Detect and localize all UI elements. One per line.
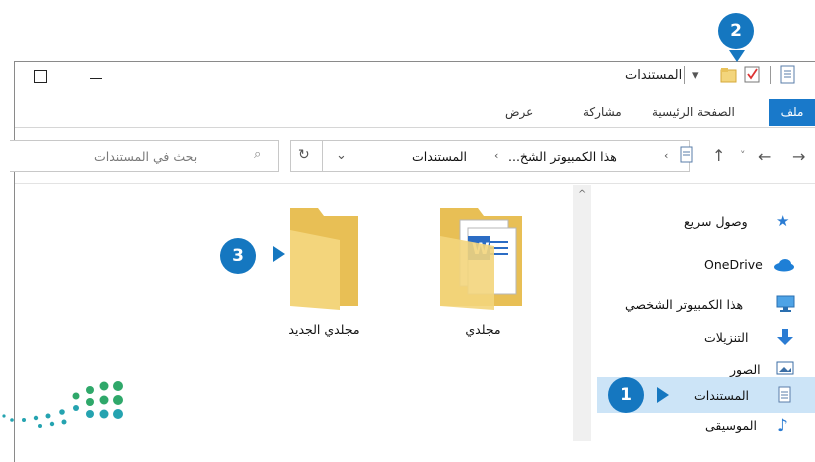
callout-pointer [273,246,285,262]
computer-icon [776,295,795,312]
title-separator [684,66,685,84]
recent-locations-icon[interactable]: ˅ [740,149,746,162]
nav-item-pictures[interactable]: الصور [730,362,761,377]
minimize-button[interactable] [90,78,102,79]
tab-home[interactable]: الصفحة الرئيسية [652,99,735,126]
file-label-my-new-folder[interactable]: مجلدي الجديد [272,322,376,337]
maximize-button[interactable] [34,70,47,83]
dropdown-arrow-icon[interactable]: ▾ [692,68,699,83]
nav-pane-scrollbar[interactable] [573,185,591,441]
nav-item-music[interactable]: الموسيقى [705,418,757,433]
title-separator [770,66,771,84]
address-dropdown-icon[interactable]: ⌄ [336,148,347,163]
breadcrumb-chevron-icon[interactable]: ‹ [664,149,668,162]
documents-icon [778,386,791,403]
callout-pointer [729,50,745,62]
tab-view[interactable]: عرض [505,99,533,126]
file-label-my-folder[interactable]: مجلدي [453,322,513,337]
dotted-logo-icon [2,381,123,428]
empty-folder-icon[interactable] [288,206,360,312]
scroll-up-arrow-icon[interactable]: ^ [578,189,586,200]
nav-item-documents[interactable]: المستندات [694,388,749,403]
music-note-icon: ♪ [777,416,788,436]
window-title: المستندات [625,68,683,83]
folder-with-documents-icon[interactable]: W [438,206,524,312]
new-folder-icon[interactable] [720,66,738,84]
cloud-icon [774,259,794,272]
breadcrumb-this-pc[interactable]: هذا الكمبيوتر الشخ... [508,149,617,164]
documents-location-icon [680,146,693,163]
callout-badge-1: 1 [608,377,644,413]
download-arrow-icon [777,329,793,345]
nav-item-onedrive[interactable]: OneDrive [704,257,763,272]
address-separator [322,141,323,171]
nav-item-this-pc[interactable]: هذا الكمبيوتر الشخصي [625,297,743,312]
back-arrow-icon[interactable]: → [792,147,805,166]
breadcrumb-chevron-icon[interactable]: ‹ [494,149,498,162]
nav-item-downloads[interactable]: التنزيلات [704,330,748,345]
search-icon: ⌕ [254,147,262,162]
up-arrow-icon[interactable]: ↑ [712,146,725,165]
callout-badge-2: 2 [718,13,754,49]
address-bar[interactable] [290,140,690,172]
search-input[interactable]: بحث في المستندات [94,149,197,164]
tab-share[interactable]: مشاركة [583,99,622,126]
callout-badge-3: 3 [220,238,256,274]
tab-file[interactable]: ملف [769,99,815,126]
content-divider [15,183,815,184]
star-icon: ★ [776,212,790,230]
document-icon[interactable] [780,65,796,85]
pictures-icon [776,361,794,375]
nav-item-quick-access[interactable]: وصول سريع [684,214,748,229]
properties-check-icon[interactable] [744,66,762,84]
forward-arrow-icon[interactable]: ← [758,147,771,166]
callout-pointer [657,387,669,403]
breadcrumb-documents[interactable]: المستندات [412,149,467,164]
refresh-icon[interactable]: ↻ [298,147,310,163]
